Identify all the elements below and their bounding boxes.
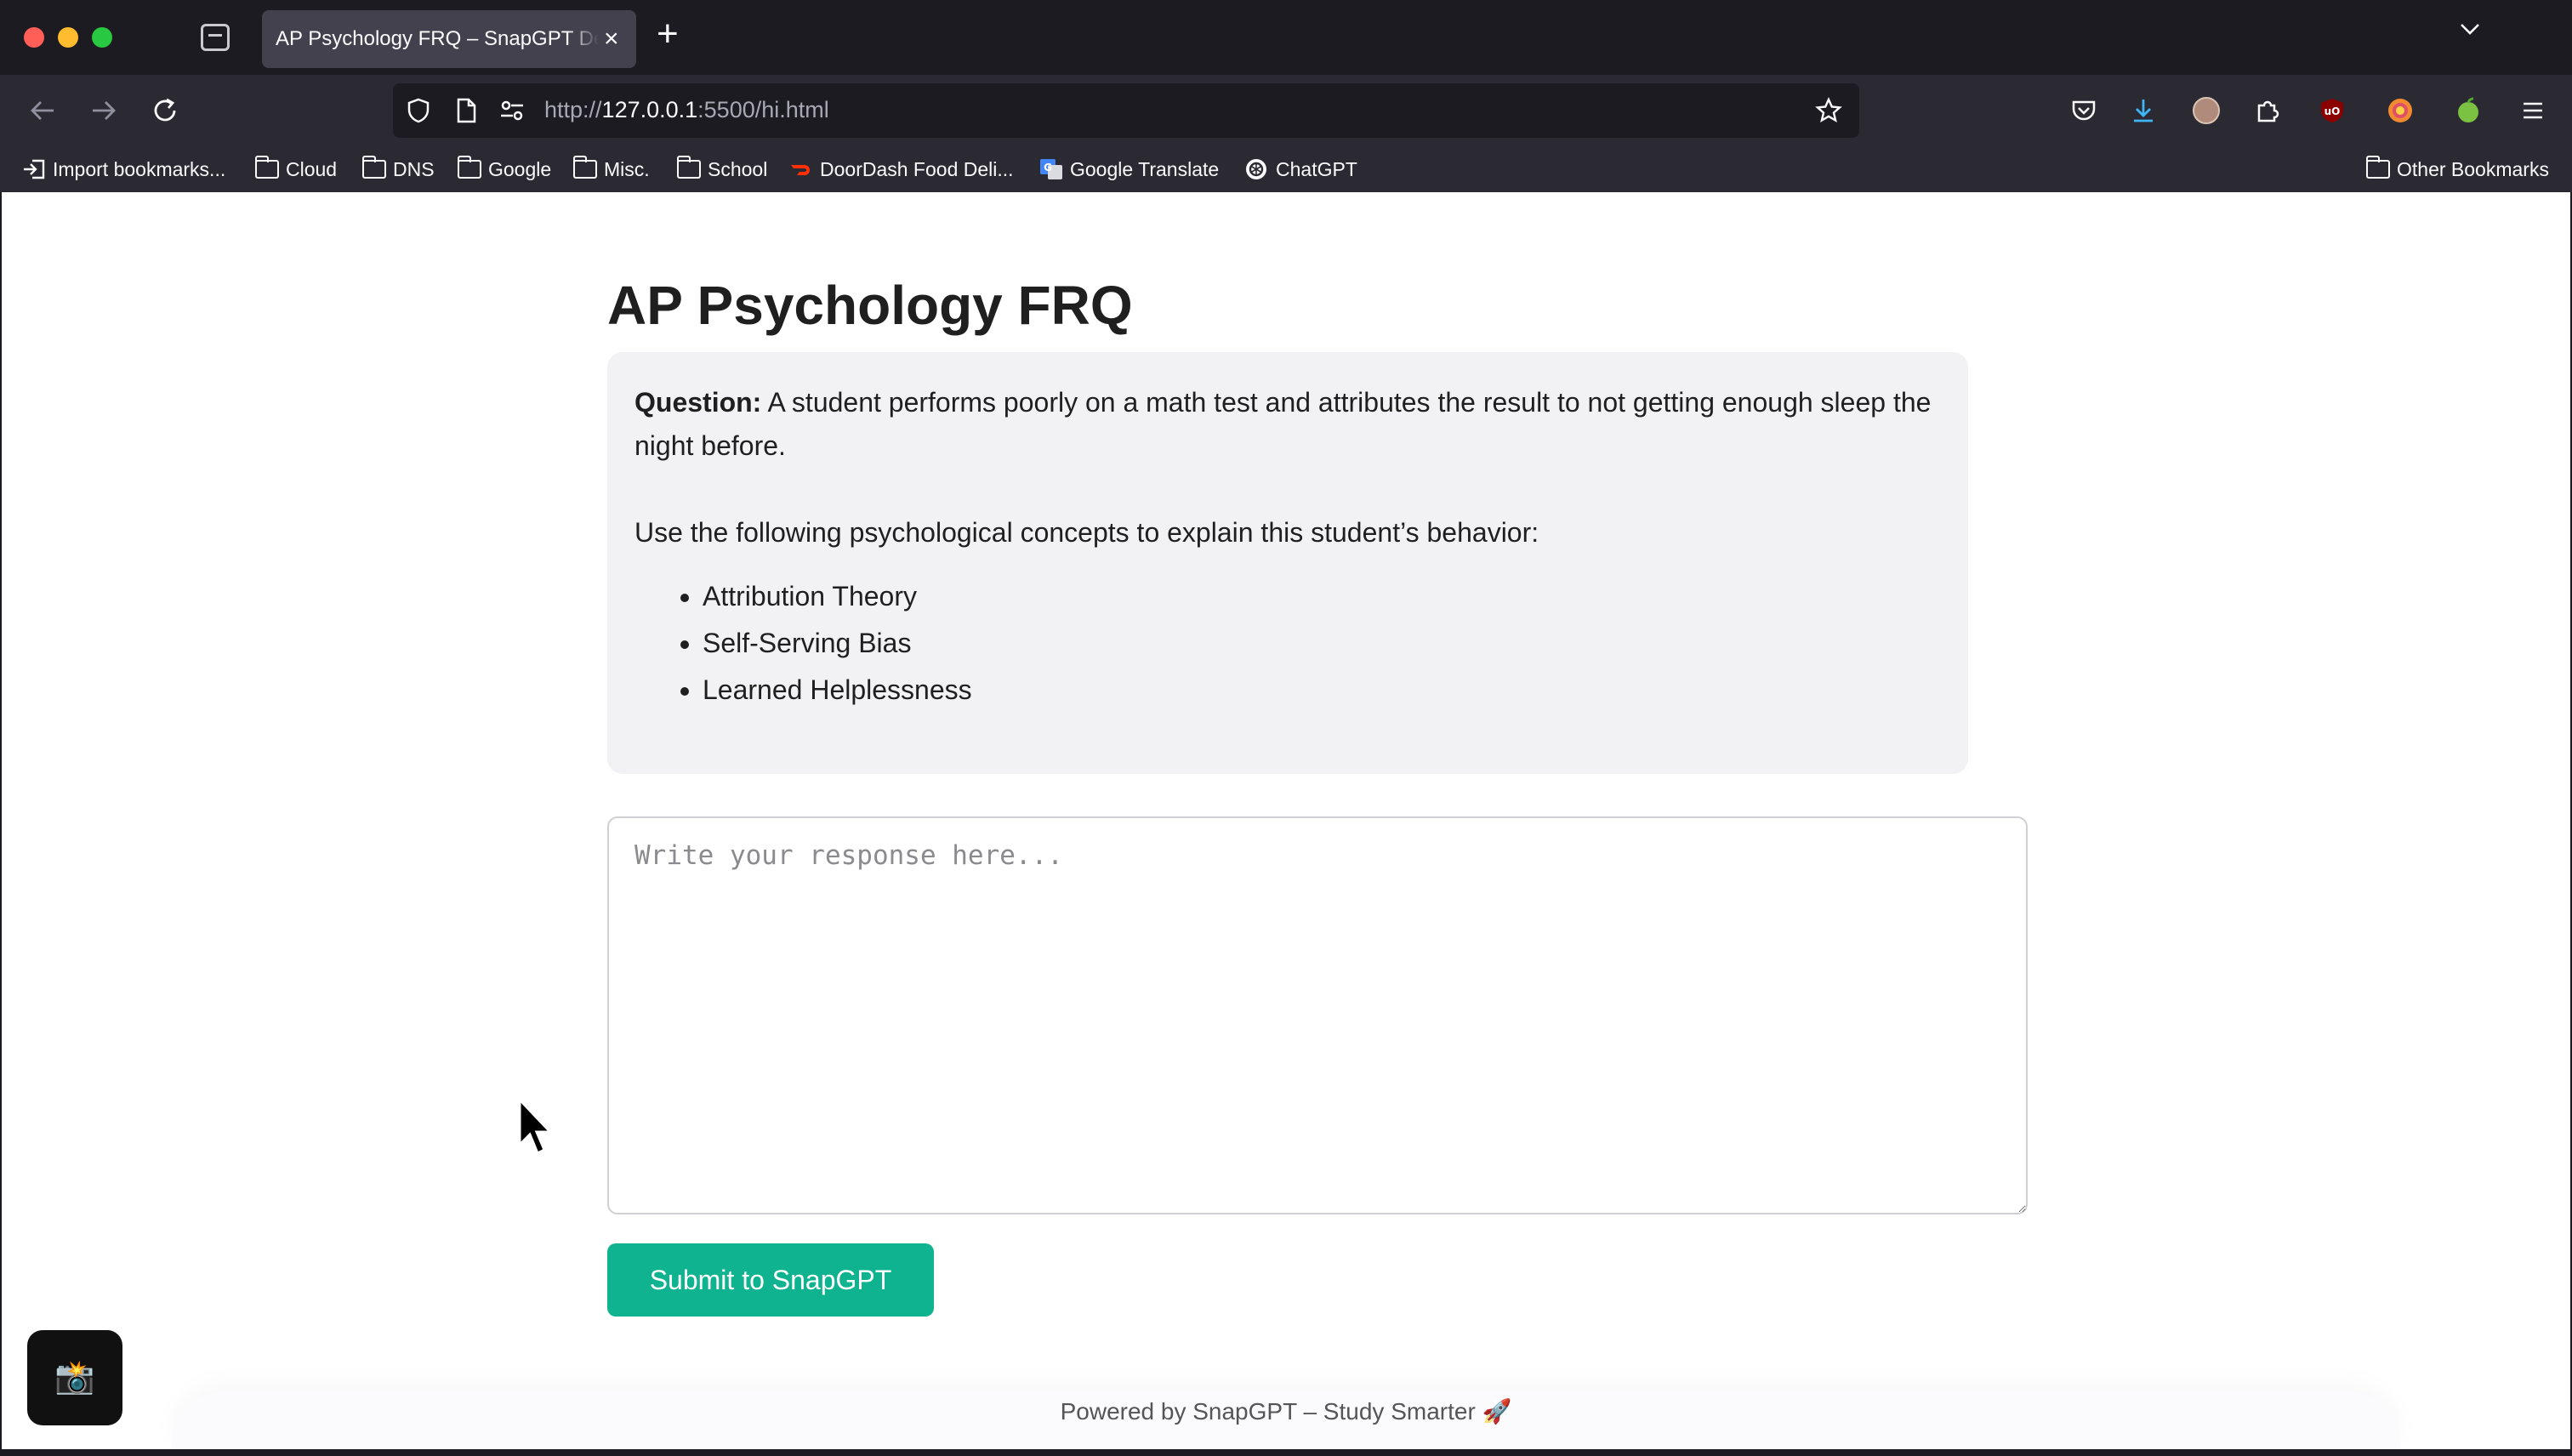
bookmark-dns[interactable]: DNS	[362, 156, 435, 182]
browser-titlebar: AP Psychology FRQ – SnapGPT Demo × +	[0, 0, 2572, 75]
bookmark-doordash[interactable]: DoorDash Food Deli...	[789, 156, 1014, 182]
folder-icon	[677, 156, 701, 179]
folder-icon	[255, 156, 279, 179]
bookmark-import[interactable]: Import bookmarks...	[22, 156, 225, 182]
question-text: Question: A student performs poorly on a…	[634, 381, 1941, 468]
extensions-icon[interactable]	[2250, 94, 2285, 128]
url-scheme: http://	[544, 97, 602, 122]
bookmark-label: Import bookmarks...	[53, 157, 226, 180]
tab-close-icon[interactable]: ×	[604, 26, 619, 52]
chatgpt-icon	[1246, 159, 1266, 179]
folder-icon	[458, 156, 481, 179]
bookmarks-toolbar: Import bookmarks... Cloud DNS Google Mis…	[0, 146, 2572, 192]
google-translate-icon: G	[1040, 159, 1062, 179]
bookmark-label: Cloud	[286, 157, 338, 180]
response-textarea[interactable]	[607, 816, 2028, 1214]
apple-extension-icon[interactable]	[2451, 94, 2485, 128]
bookmark-label: Google	[488, 157, 552, 180]
bookmark-label: School	[708, 157, 768, 180]
bookmark-other[interactable]: Other Bookmarks	[2366, 156, 2549, 182]
list-item: Attribution Theory	[703, 573, 1941, 620]
doordash-icon	[791, 165, 810, 175]
new-tab-button[interactable]: +	[657, 15, 679, 53]
tab-title: AP Psychology FRQ – SnapGPT Demo	[276, 27, 599, 50]
bookmark-google[interactable]: Google	[458, 156, 551, 182]
camera-button[interactable]: 📸	[27, 1330, 122, 1425]
list-item: Learned Helplessness	[703, 667, 1941, 714]
bookmark-label: Misc.	[604, 157, 650, 180]
folder-icon	[573, 156, 597, 179]
pocket-icon[interactable]	[2067, 94, 2101, 128]
navigation-toolbar: http://127.0.0.1:5500/hi.html uO	[0, 75, 2572, 146]
ublock-origin-icon[interactable]: uO	[2315, 94, 2349, 128]
question-body: A student performs poorly on a math test…	[634, 387, 1932, 461]
concept-list: Attribution Theory Self-Serving Bias Lea…	[634, 573, 1941, 714]
browser-tab-active[interactable]: AP Psychology FRQ – SnapGPT Demo ×	[262, 10, 636, 68]
url-text[interactable]: http://127.0.0.1:5500/hi.html	[544, 97, 829, 123]
bookmark-label: DoorDash Food Deli...	[820, 157, 1014, 180]
question-label: Question:	[634, 387, 762, 418]
list-item: Self-Serving Bias	[703, 620, 1941, 667]
svg-text:uO: uO	[2324, 105, 2341, 117]
profile-avatar-icon[interactable]	[2189, 94, 2223, 128]
forward-arrow-icon[interactable]	[85, 92, 122, 129]
bookmark-chatgpt[interactable]: ChatGPT	[1245, 156, 1357, 182]
web-page: AP Psychology FRQ Question: A student pe…	[2, 192, 2570, 1449]
back-arrow-icon[interactable]	[24, 92, 61, 129]
folder-icon	[362, 156, 386, 179]
bookmark-school[interactable]: School	[677, 156, 767, 182]
flower-extension-icon[interactable]	[2383, 94, 2417, 128]
window-bottom-edge	[0, 1449, 2572, 1456]
bookmark-label: Google Translate	[1070, 157, 1220, 180]
bookmark-misc[interactable]: Misc.	[573, 156, 650, 182]
instruction-text: Use the following psychological concepts…	[634, 517, 1539, 548]
import-icon	[24, 159, 45, 179]
chevron-down-icon[interactable]	[2458, 17, 2482, 41]
tab-overview-icon[interactable]	[201, 24, 230, 51]
shield-icon[interactable]	[405, 97, 432, 124]
footer: Powered by SnapGPT – Study Smarter 🚀	[172, 1391, 2400, 1449]
svg-text:G: G	[1044, 162, 1052, 173]
maximize-window-button[interactable]	[92, 27, 112, 48]
bookmark-label: ChatGPT	[1276, 157, 1357, 180]
url-host: 127.0.0.1	[601, 97, 698, 122]
page-icon[interactable]	[452, 97, 480, 124]
close-window-button[interactable]	[24, 27, 44, 48]
url-path: :5500/hi.html	[697, 97, 829, 122]
bookmark-label: DNS	[393, 157, 435, 180]
url-bar[interactable]: http://127.0.0.1:5500/hi.html	[393, 83, 1859, 138]
bookmark-label: Other Bookmarks	[2397, 157, 2549, 180]
reload-icon[interactable]	[146, 92, 184, 129]
bookmark-google-translate[interactable]: G Google Translate	[1039, 156, 1219, 182]
minimize-window-button[interactable]	[58, 27, 78, 48]
permissions-icon[interactable]	[498, 97, 526, 124]
bookmark-cloud[interactable]: Cloud	[255, 156, 337, 182]
mouse-cursor-icon	[518, 1097, 553, 1156]
question-card: Question: A student performs poorly on a…	[607, 352, 1968, 774]
downloads-icon[interactable]	[2126, 94, 2160, 128]
submit-button[interactable]: Submit to SnapGPT	[607, 1243, 934, 1317]
camera-icon: 📸	[54, 1360, 95, 1396]
menu-icon[interactable]	[2516, 94, 2550, 128]
folder-icon	[2366, 156, 2390, 179]
bookmark-star-icon[interactable]	[1815, 97, 1842, 124]
page-title: AP Psychology FRQ	[607, 275, 1133, 336]
